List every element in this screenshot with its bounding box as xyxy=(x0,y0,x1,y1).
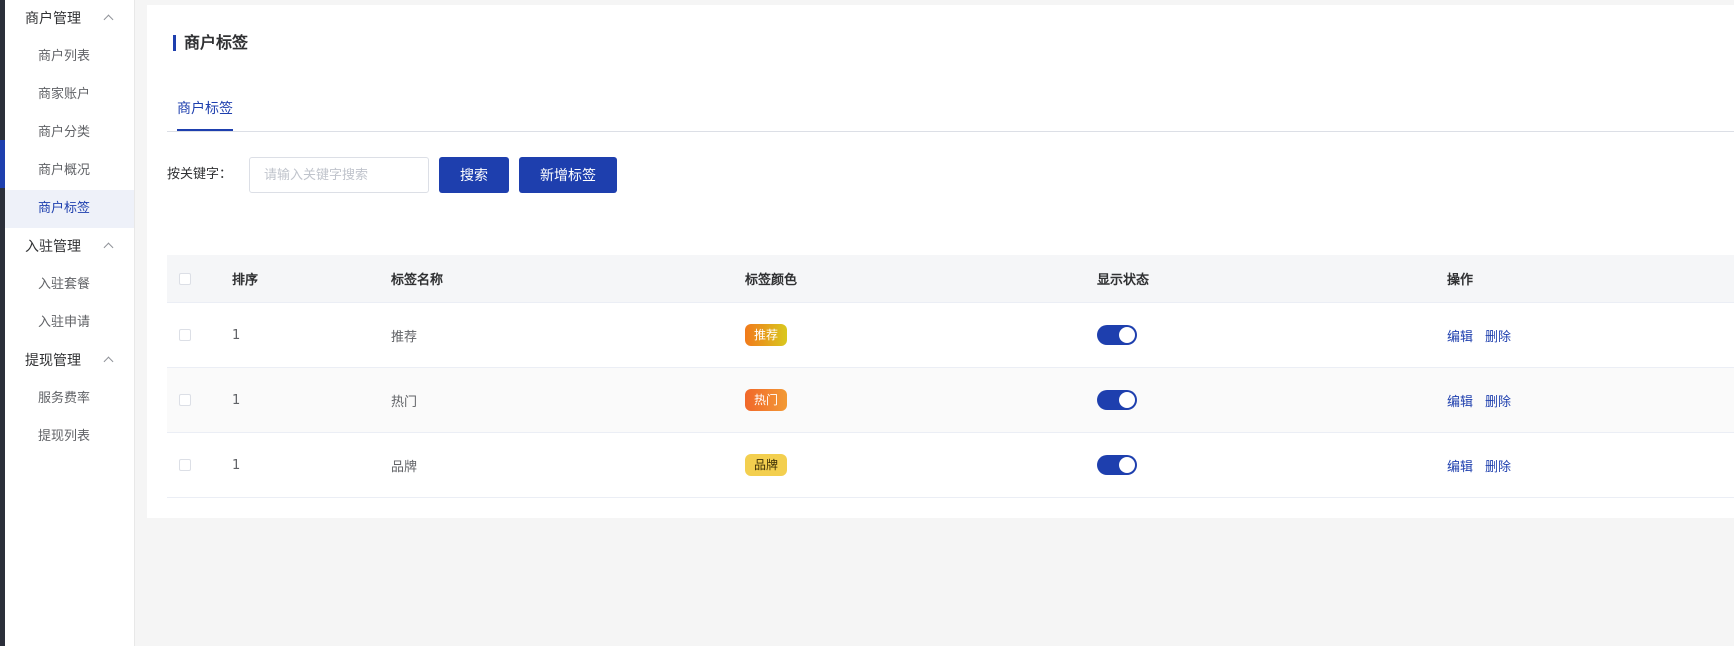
row-sort: 1 xyxy=(232,392,241,408)
status-toggle[interactable] xyxy=(1097,390,1137,410)
sidebar-group-withdraw[interactable]: 提现管理 xyxy=(5,342,134,380)
sidebar-item-settlement-apply[interactable]: 入驻申请 xyxy=(5,304,134,342)
sidebar-item-merchant-account[interactable]: 商家账户 xyxy=(5,76,134,114)
chevron-up-icon xyxy=(103,356,114,367)
toggle-knob xyxy=(1119,392,1135,408)
sidebar-item-settlement-package[interactable]: 入驻套餐 xyxy=(5,266,134,304)
sidebar: 商户管理 商户列表 商家账户 商户分类 商户概况 商户标签 入驻管理 入驻套餐 … xyxy=(5,0,135,646)
column-header-color: 标签颜色 xyxy=(745,273,798,288)
chevron-up-icon xyxy=(103,14,114,25)
delete-link[interactable]: 删除 xyxy=(1485,326,1511,345)
page-title: 商户标签 xyxy=(173,35,248,51)
search-button[interactable]: 搜索 xyxy=(439,157,509,193)
main-card: 商户标签 商户标签 按关键字： 搜索 新增标签 排序 标签名称 标签颜色 显示状… xyxy=(147,5,1734,518)
sidebar-group-settlement[interactable]: 入驻管理 xyxy=(5,228,134,266)
edit-link[interactable]: 编辑 xyxy=(1447,456,1473,475)
sidebar-group-label: 商户管理 xyxy=(25,11,81,27)
row-name: 品牌 xyxy=(391,459,418,475)
search-input[interactable] xyxy=(249,157,429,193)
add-tag-button[interactable]: 新增标签 xyxy=(519,157,617,193)
row-name: 热门 xyxy=(391,394,418,410)
tags-table: 排序 标签名称 标签颜色 显示状态 操作 1 推荐 推荐 编辑 删除 1 热门 … xyxy=(167,255,1734,498)
status-toggle[interactable] xyxy=(1097,325,1137,345)
sidebar-item-merchant-tags[interactable]: 商户标签 xyxy=(5,190,134,228)
column-header-actions: 操作 xyxy=(1447,273,1474,288)
sidebar-group-label: 提现管理 xyxy=(25,353,81,369)
row-name: 推荐 xyxy=(391,329,418,345)
table-row: 1 推荐 推荐 编辑 删除 xyxy=(167,303,1734,368)
delete-link[interactable]: 删除 xyxy=(1485,391,1511,410)
column-header-name: 标签名称 xyxy=(391,273,444,288)
sidebar-item-merchant-category[interactable]: 商户分类 xyxy=(5,114,134,152)
sidebar-group-label: 入驻管理 xyxy=(25,239,81,255)
delete-link[interactable]: 删除 xyxy=(1485,456,1511,475)
row-checkbox[interactable] xyxy=(179,329,191,341)
toggle-knob xyxy=(1119,457,1135,473)
row-sort: 1 xyxy=(232,327,241,343)
sidebar-item-merchant-list[interactable]: 商户列表 xyxy=(5,38,134,76)
column-header-status: 显示状态 xyxy=(1097,273,1150,288)
table-header: 排序 标签名称 标签颜色 显示状态 操作 xyxy=(167,255,1734,303)
select-all-checkbox[interactable] xyxy=(179,272,191,285)
edit-link[interactable]: 编辑 xyxy=(1447,326,1473,345)
status-toggle[interactable] xyxy=(1097,455,1137,475)
row-checkbox[interactable] xyxy=(179,459,191,471)
tab-merchant-tags[interactable]: 商户标签 xyxy=(177,89,233,131)
tag-color-badge: 品牌 xyxy=(745,454,788,476)
row-sort: 1 xyxy=(232,457,241,473)
sidebar-item-service-rate[interactable]: 服务费率 xyxy=(5,380,134,418)
toggle-knob xyxy=(1119,327,1135,343)
column-header-sort: 排序 xyxy=(232,273,259,288)
tag-color-badge: 推荐 xyxy=(745,324,788,346)
table-row: 1 热门 热门 编辑 删除 xyxy=(167,368,1734,433)
search-label: 按关键字： xyxy=(167,167,233,182)
table-row: 1 品牌 品牌 编辑 删除 xyxy=(167,433,1734,498)
tab-bar: 商户标签 xyxy=(167,89,1734,132)
tag-color-badge: 热门 xyxy=(745,389,788,411)
sidebar-item-withdraw-list[interactable]: 提现列表 xyxy=(5,418,134,456)
edit-link[interactable]: 编辑 xyxy=(1447,391,1473,410)
sidebar-group-merchant[interactable]: 商户管理 xyxy=(5,0,134,38)
chevron-up-icon xyxy=(103,242,114,253)
row-checkbox[interactable] xyxy=(179,394,191,406)
sidebar-item-merchant-overview[interactable]: 商户概况 xyxy=(5,152,134,190)
